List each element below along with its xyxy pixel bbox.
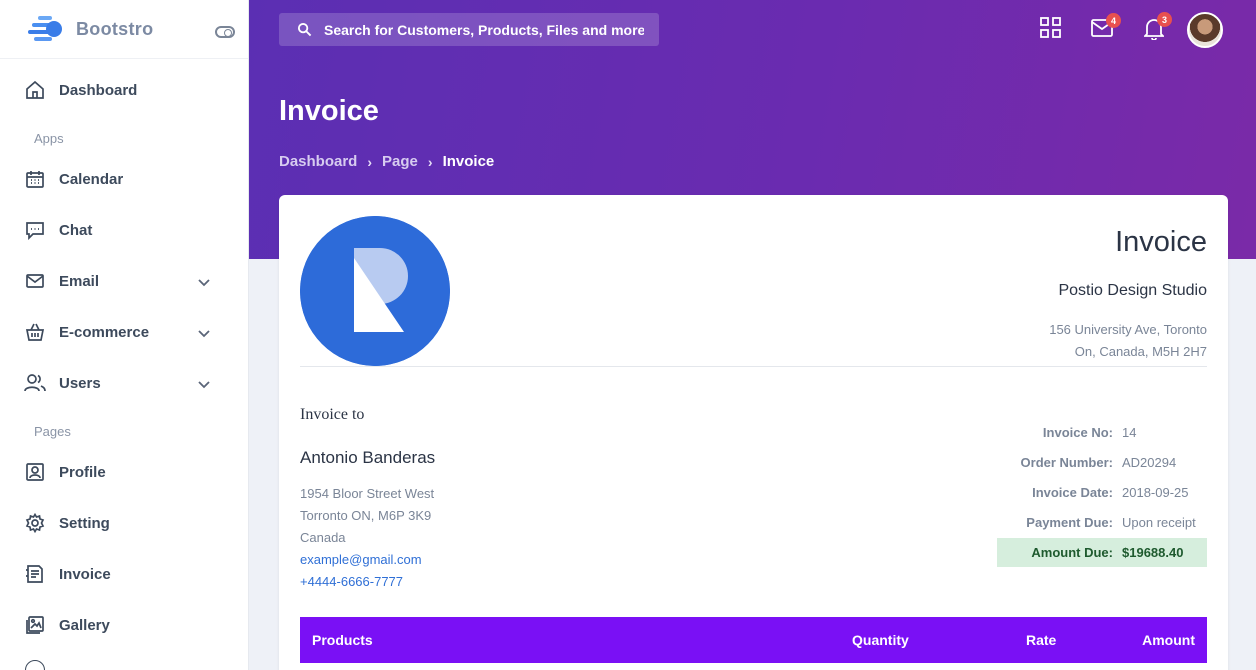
mail-icon bbox=[24, 270, 46, 292]
meta-key: Order Number: bbox=[1020, 454, 1113, 470]
sidebar-item-dashboard[interactable]: Dashboard bbox=[0, 70, 249, 110]
client-address-line: Torronto ON, M6P 3K9 bbox=[300, 508, 432, 523]
avatar[interactable] bbox=[1187, 12, 1223, 48]
invoice-icon bbox=[24, 563, 46, 585]
gallery-icon bbox=[24, 614, 46, 636]
users-icon bbox=[24, 372, 46, 394]
sidebar-item-chat[interactable]: Chat bbox=[0, 210, 249, 250]
sidebar-item-label: Chat bbox=[59, 221, 93, 239]
search-input[interactable] bbox=[324, 21, 644, 38]
mail-notification-icon[interactable]: 4 bbox=[1091, 13, 1121, 42]
client-address-line: 1954 Bloor Street West bbox=[300, 486, 435, 501]
chevron-down-icon[interactable] bbox=[198, 274, 210, 292]
breadcrumb: Dashboard › Page › Invoice bbox=[279, 153, 494, 170]
sidebar-item-label: Setting bbox=[59, 514, 110, 532]
column-header-quantity: Quantity bbox=[852, 632, 909, 648]
column-header-products: Products bbox=[312, 632, 373, 648]
client-details: 1954 Bloor Street West Torronto ON, M6P … bbox=[300, 483, 434, 593]
search-icon bbox=[297, 22, 312, 37]
meta-key: Payment Due: bbox=[1026, 514, 1113, 530]
sidebar-item-ecommerce[interactable]: E-commerce bbox=[0, 312, 249, 352]
divider bbox=[300, 366, 1207, 367]
client-phone-link[interactable]: +4444-6666-7777 bbox=[300, 571, 434, 593]
sidebar-item-users[interactable]: Users bbox=[0, 363, 249, 403]
company-logo bbox=[300, 216, 450, 366]
gear-icon bbox=[24, 512, 46, 534]
sidebar-section-apps: Apps bbox=[34, 131, 64, 146]
sidebar-item-setting[interactable]: Setting bbox=[0, 503, 249, 543]
sidebar-item-label: Invoice bbox=[59, 565, 111, 583]
meta-value: AD20294 bbox=[1122, 454, 1177, 470]
company-address-line: 156 University Ave, Toronto bbox=[1049, 322, 1207, 337]
sidebar-item-label: Email bbox=[59, 272, 100, 290]
meta-key: Invoice No: bbox=[1042, 424, 1113, 440]
sidebar-item-profile[interactable]: Profile bbox=[0, 452, 249, 492]
invoice-card: Invoice Postio Design Studio 156 Univers… bbox=[279, 195, 1228, 670]
column-header-amount: Amount bbox=[1142, 632, 1195, 648]
sidebar-item-gallery[interactable]: Gallery bbox=[0, 605, 249, 645]
meta-row-payment-due: Payment Due: Upon receipt bbox=[997, 507, 1207, 537]
sidebar-item-label: Gallery bbox=[59, 616, 110, 634]
invoice-heading: Invoice bbox=[1115, 226, 1207, 258]
invoice-to-label: Invoice to bbox=[300, 406, 365, 423]
bell-badge: 3 bbox=[1157, 12, 1172, 27]
apps-grid-icon[interactable] bbox=[1040, 17, 1061, 43]
client-name: Antonio Banderas bbox=[300, 448, 436, 467]
brand[interactable]: Bootstro bbox=[0, 0, 248, 59]
mail-badge: 4 bbox=[1106, 13, 1121, 28]
sidebar-item-invoice[interactable]: Invoice bbox=[0, 554, 249, 594]
sidebar-item-label: Profile bbox=[59, 463, 106, 481]
bell-icon[interactable]: 3 bbox=[1142, 12, 1172, 45]
sidebar-item-label: Dashboard bbox=[59, 81, 138, 99]
home-icon bbox=[24, 79, 46, 101]
brand-logo-icon bbox=[28, 14, 64, 44]
client-email-link[interactable]: example@gmail.com bbox=[300, 549, 434, 571]
invoice-meta: Invoice No: 14 Order Number: AD20294 Inv… bbox=[997, 417, 1207, 567]
products-table-header: Products Quantity Rate Amount bbox=[300, 617, 1207, 663]
sidebar-item-label: Users bbox=[59, 374, 101, 392]
search-bar[interactable] bbox=[279, 13, 659, 46]
basket-icon bbox=[24, 321, 46, 343]
profile-icon bbox=[24, 461, 46, 483]
client-address-line: Canada bbox=[300, 530, 346, 545]
meta-value: Upon receipt bbox=[1122, 514, 1196, 530]
amount-due-value: $19688.40 bbox=[1122, 545, 1184, 560]
chat-icon bbox=[24, 219, 46, 241]
sidebar-item-email[interactable]: Email bbox=[0, 261, 249, 301]
chevron-down-icon[interactable] bbox=[198, 376, 210, 394]
meta-row-order-number: Order Number: AD20294 bbox=[997, 447, 1207, 477]
chevron-right-icon: › bbox=[367, 153, 373, 170]
meta-value: 2018-09-25 bbox=[1122, 484, 1189, 500]
page-title: Invoice bbox=[279, 95, 379, 127]
sidebar-toggle-icon[interactable] bbox=[215, 26, 235, 38]
breadcrumb-dashboard[interactable]: Dashboard bbox=[279, 153, 357, 170]
amount-due-row: Amount Due: $19688.40 bbox=[997, 538, 1207, 567]
company-address: 156 University Ave, Toronto On, Canada, … bbox=[1049, 319, 1207, 363]
breadcrumb-page[interactable]: Page bbox=[382, 153, 418, 170]
sidebar-item-label: Calendar bbox=[59, 170, 124, 188]
sidebar-section-pages: Pages bbox=[34, 424, 71, 439]
meta-value: 14 bbox=[1122, 424, 1137, 440]
calendar-icon bbox=[24, 168, 46, 190]
column-header-rate: Rate bbox=[1026, 632, 1057, 648]
sidebar-item-calendar[interactable]: Calendar bbox=[0, 159, 249, 199]
meta-row-invoice-date: Invoice Date: 2018-09-25 bbox=[997, 477, 1207, 507]
sidebar: Bootstro Dashboard Apps Calendar Chat Em… bbox=[0, 0, 249, 670]
brand-name: Bootstro bbox=[76, 18, 154, 39]
chevron-right-icon: › bbox=[427, 153, 433, 170]
meta-key: Invoice Date: bbox=[1032, 484, 1113, 500]
amount-due-label: Amount Due: bbox=[1031, 545, 1113, 560]
chevron-down-icon[interactable] bbox=[198, 325, 210, 343]
company-name: Postio Design Studio bbox=[1058, 282, 1207, 299]
meta-row-invoice-no: Invoice No: 14 bbox=[997, 417, 1207, 447]
partial-nav-icon bbox=[25, 660, 45, 670]
company-address-line: On, Canada, M5H 2H7 bbox=[1074, 344, 1207, 359]
sidebar-item-label: E-commerce bbox=[59, 323, 150, 341]
breadcrumb-current: Invoice bbox=[442, 153, 495, 170]
